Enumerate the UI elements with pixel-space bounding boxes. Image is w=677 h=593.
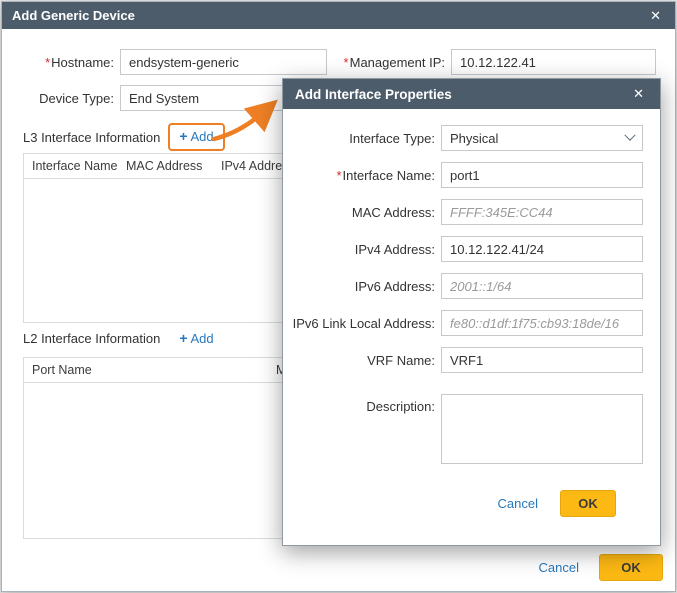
interface-name-input[interactable] [441,162,643,188]
dialog-titlebar: Add Generic Device ✕ [2,2,675,29]
vrf-name-row: VRF Name: [283,347,643,373]
cancel-button[interactable]: Cancel [498,496,538,511]
l2-add-button[interactable]: + Add [179,330,213,346]
add-interface-properties-dialog: Add Interface Properties ✕ Interface Typ… [282,78,661,546]
l3-section-header: L3 Interface Information + Add [23,123,225,151]
dialog-title: Add Generic Device [12,8,135,23]
device-type-value: End System [129,90,200,106]
close-icon[interactable]: ✕ [629,84,648,104]
l2-section-label: L2 Interface Information [23,330,161,346]
dialog-title: Add Interface Properties [295,86,452,102]
description-label: Description: [366,399,435,414]
dialog-titlebar: Add Interface Properties ✕ [283,79,660,109]
ok-button[interactable]: OK [599,554,663,581]
interface-name-label: *Interface Name: [336,167,435,183]
l3-section-label: L3 Interface Information [23,129,161,145]
screen: Add Generic Device ✕ *Hostname: *Managem… [0,0,677,593]
mac-address-input[interactable] [441,199,643,225]
description-row: Description: [283,394,643,464]
description-textarea[interactable] [441,394,643,464]
hostname-row: *Hostname: *Management IP: [2,49,675,75]
ipv6-address-input[interactable] [441,273,643,299]
ipv6-link-local-input[interactable] [441,310,643,336]
management-ip-input[interactable] [451,49,656,75]
ipv4-address-label: IPv4 Address: [354,241,435,257]
mac-address-row: MAC Address: [283,199,643,225]
ipv6-link-local-label: IPv6 Link Local Address: [292,315,435,331]
l3-add-button[interactable]: + Add [179,128,213,144]
management-ip-label: *Management IP: [343,54,445,70]
cancel-button[interactable]: Cancel [539,560,579,575]
hostname-input[interactable] [120,49,327,75]
l2-section-header: L2 Interface Information + Add [23,330,214,346]
ipv4-address-row: IPv4 Address: [283,236,643,262]
required-asterisk: * [343,54,349,70]
device-type-row: Device Type: End System [2,85,327,111]
main-dialog-footer: Cancel OK [539,554,663,581]
interface-name-row: *Interface Name: [283,162,643,188]
vrf-name-input[interactable] [441,347,643,373]
plus-icon: + [179,128,188,144]
interface-dialog-footer: Cancel OK [283,490,638,517]
mac-address-label: MAC Address: [351,204,435,220]
vrf-name-label: VRF Name: [367,352,435,368]
required-asterisk: * [336,167,342,183]
interface-type-label: Interface Type: [349,130,435,146]
required-asterisk: * [45,54,51,70]
annotation-highlight-box: + Add [168,123,225,151]
column-header[interactable]: MAC Address [118,159,213,173]
column-header[interactable]: Interface Name [24,159,118,173]
close-icon[interactable]: ✕ [646,6,665,26]
ipv6-link-local-row: IPv6 Link Local Address: [283,310,643,336]
plus-icon: + [179,330,188,346]
interface-type-select[interactable]: Physical [441,125,643,151]
interface-dialog-body: Interface Type: Physical *Interface Name… [283,109,660,517]
interface-type-value: Physical [450,130,499,146]
interface-type-row: Interface Type: Physical [283,125,643,151]
ipv6-address-label: IPv6 Address: [354,278,435,294]
chevron-down-icon [624,129,636,141]
ok-button[interactable]: OK [560,490,616,517]
hostname-label: *Hostname: [45,54,114,70]
device-type-label: Device Type: [39,90,114,106]
ipv6-address-row: IPv6 Address: [283,273,643,299]
column-header[interactable]: Port Name [24,363,268,377]
ipv4-address-input[interactable] [441,236,643,262]
